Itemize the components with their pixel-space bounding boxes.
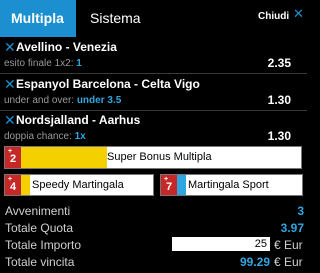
bonus-fill xyxy=(21,147,107,168)
stake-input[interactable] xyxy=(172,237,270,251)
close-icon[interactable]: ✕ xyxy=(293,6,304,22)
bonus-fill xyxy=(21,175,30,195)
vincita-value: 99.29 xyxy=(239,255,270,269)
importo-row: Totale Importo € Eur xyxy=(0,236,307,253)
bet-row: ✕ Avellino - Venezia esito finale 1x2: 1… xyxy=(0,38,307,73)
avvenimenti-value: 3 xyxy=(297,204,304,218)
avvenimenti-row: Avvenimenti 3 xyxy=(0,202,307,219)
bonus-label: Super Bonus Multipla xyxy=(107,151,212,163)
currency-label: € Eur xyxy=(274,255,303,269)
currency-label: € Eur xyxy=(274,238,303,252)
market-pick: 1 xyxy=(76,58,82,69)
match-name: Espanyol Barcelona - Celta Vigo xyxy=(16,77,200,91)
remove-bet-icon[interactable]: ✕ xyxy=(4,76,16,93)
tab-multipla[interactable]: Multipla xyxy=(0,0,76,37)
market-name: under and over: xyxy=(4,95,77,106)
match-name: Nordsjalland - Aarhus xyxy=(16,113,141,127)
bet-slip-tabs: Multipla Sistema Chiudi ✕ xyxy=(0,0,307,37)
bet-row: ✕ Espanyol Barcelona - Celta Vigo under … xyxy=(0,75,307,110)
close-label[interactable]: Chiudi xyxy=(258,11,289,22)
bet-odd: 1.30 xyxy=(267,129,291,143)
bet-odd: 1.30 xyxy=(267,93,291,107)
remove-bet-icon[interactable]: ✕ xyxy=(4,39,16,56)
quota-value: 3.97 xyxy=(280,221,304,235)
market-line: esito finale 1x2: 1 xyxy=(4,58,82,69)
bonus-fill xyxy=(177,175,186,195)
market-pick: 1x xyxy=(74,131,86,142)
bonus-label: Martingala Sport xyxy=(188,179,269,191)
tab-sistema[interactable]: Sistema xyxy=(90,0,141,37)
vincita-label: Totale vincita xyxy=(5,255,75,269)
bet-odd: 2.35 xyxy=(267,56,291,70)
super-bonus-multipla-bar[interactable]: +2 Super Bonus Multipla xyxy=(4,146,302,169)
market-line: under and over: under 3.5 xyxy=(4,95,121,106)
importo-label: Totale Importo xyxy=(5,238,82,252)
martingala-sport-button[interactable]: +7 Martingala Sport xyxy=(160,174,303,196)
market-name: esito finale 1x2: xyxy=(4,58,77,69)
market-name: doppia chance: xyxy=(4,131,75,142)
remove-bet-icon[interactable]: ✕ xyxy=(4,112,16,129)
bonus-label: Speedy Martingala xyxy=(32,179,124,191)
bonus-badge: +2 xyxy=(5,147,21,168)
vincita-row: Totale vincita 99.29 € Eur xyxy=(0,253,307,270)
quota-label: Totale Quota xyxy=(5,221,74,235)
market-pick: under 3.5 xyxy=(76,95,122,106)
quota-row: Totale Quota 3.97 xyxy=(0,219,307,236)
avvenimenti-label: Avvenimenti xyxy=(5,204,71,218)
bonus-badge: +4 xyxy=(5,175,21,195)
bonus-badge: +7 xyxy=(161,175,177,195)
match-name: Avellino - Venezia xyxy=(16,40,117,54)
market-line: doppia chance: 1x xyxy=(4,131,86,142)
bet-row: ✕ Nordsjalland - Aarhus doppia chance: 1… xyxy=(0,111,307,146)
speedy-martingala-button[interactable]: +4 Speedy Martingala xyxy=(4,174,154,196)
divider xyxy=(0,73,307,74)
